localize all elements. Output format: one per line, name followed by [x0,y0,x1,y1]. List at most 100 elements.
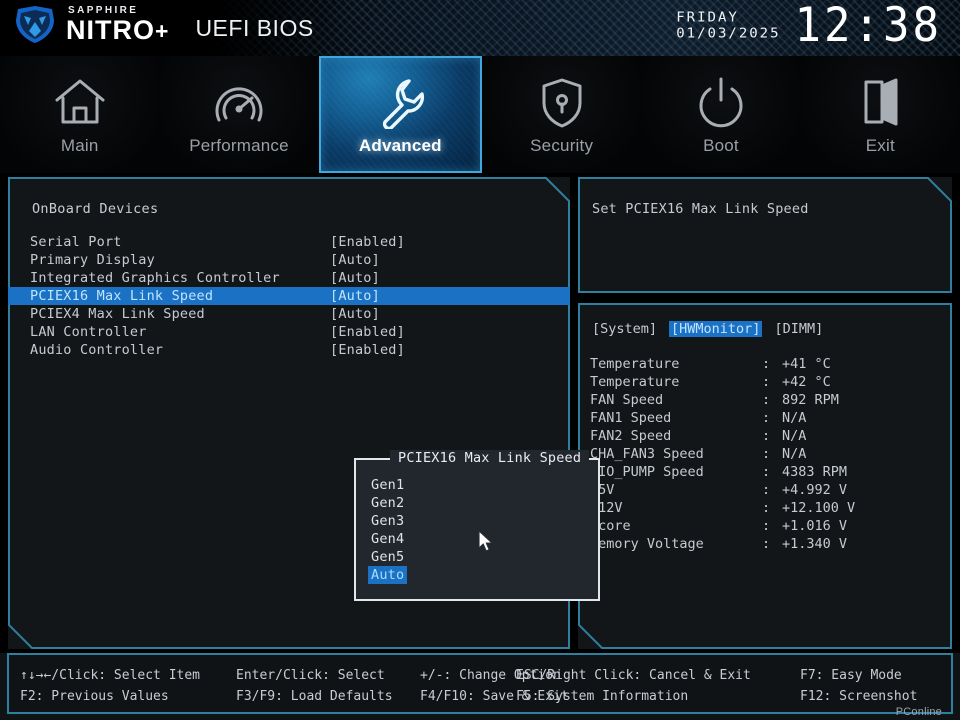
shield-lock-icon [534,73,590,131]
hwmonitor-row: FAN Speed:892 RPM [590,391,942,409]
brand-text: SAPPHIRE NITRO+ [66,6,169,44]
settings-row-name: Serial Port [30,234,122,250]
hwmonitor-row: Temperature: +42 °C [590,373,942,391]
hwmonitor-row-value: +42 °C [782,373,831,391]
hwmonitor-row-value: +1.340 V [782,535,847,553]
hwmonitor-row-label: FAN1 Speed [590,409,671,427]
hwmonitor-row-value: N/A [782,427,806,445]
brand-plus-label: + [155,18,169,44]
hwmonitor-row-label: Temperature [590,373,679,391]
hwmonitor-row-label: AIO_PUMP Speed [590,463,704,481]
settings-row-value[interactable]: [Enabled] [330,341,405,359]
settings-row[interactable]: Integrated Graphics Controller [Auto] [8,269,570,287]
hint-system-information: F5: System Information [516,686,688,707]
dropdown-option[interactable]: Auto [368,566,407,584]
tab-performance-label: Performance [189,136,289,156]
settings-row[interactable]: PCIEX4 Max Link Speed [Auto] [8,305,570,323]
settings-row-value[interactable]: [Enabled] [330,323,405,341]
hwmonitor-row-value: +4.992 V [782,481,847,499]
hint-enter-select: Enter/Click: Select [236,665,385,686]
hwmonitor-row-label: FAN Speed [590,391,663,409]
dropdown-title: PCIEX16 Max Link Speed [390,450,589,466]
hwmonitor-row: Memory Voltage: +1.340 V [590,535,942,553]
hint-screenshot: F12: Screenshot [800,686,917,707]
hwmonitor-row-value: +41 °C [782,355,831,373]
hwmonitor-row: FAN2 Speed:N/A [590,427,942,445]
hwmonitor-row-separator: : [762,391,770,409]
main-nav: Main Performance Advanced [0,56,960,173]
tab-boot-label: Boot [703,136,739,156]
settings-row-name: LAN Controller [30,324,147,340]
hwmonitor-row: +5V:+4.992 V [590,481,942,499]
settings-row-value[interactable]: [Auto] [330,305,380,323]
gauge-icon [211,73,267,131]
footer-help-bar: ↑↓→←/Click: Select Item Enter/Click: Sel… [0,653,960,720]
hwmonitor-row-label: CHA_FAN3 Speed [590,445,704,463]
tab-advanced[interactable]: Advanced [319,56,482,173]
hwmonitor-row: CHA_FAN3 Speed: N/A [590,445,942,463]
clock-label: 12:38 [795,2,942,50]
hwmonitor-row-label: Memory Voltage [590,535,704,553]
settings-row-name: Primary Display [30,252,155,268]
hint-previous-values: F2: Previous Values [20,686,169,707]
content-area: OnBoard Devices Serial Port[Enabled]Prim… [0,173,960,653]
settings-row-name: Integrated Graphics Controller [30,270,280,286]
hwmonitor-tab[interactable]: [HWMonitor] [669,321,762,337]
hwmonitor-tab[interactable]: [System] [590,321,659,337]
settings-row-value[interactable]: [Auto] [330,269,380,287]
door-exit-icon [852,73,908,131]
dropdown-option-row: Auto [368,564,407,582]
pconline-watermark: PConline [896,706,942,718]
tab-performance[interactable]: Performance [159,56,318,173]
hwmonitor-row-separator: : [762,481,770,499]
settings-section-title: OnBoard Devices [32,201,158,217]
home-icon [52,73,108,131]
mouse-cursor [478,530,494,557]
hwmonitor-row-separator: : [762,355,770,373]
hwmonitor-row-separator: : [762,535,770,553]
settings-row[interactable]: PCIEX16 Max Link Speed[Auto] [8,287,570,305]
hwmonitor-row-separator: : [762,427,770,445]
dropdown-option-row: Gen5 [368,546,407,564]
hwmonitor-row-value: N/A [782,445,806,463]
tab-boot[interactable]: Boot [641,56,800,173]
hwmonitor-row-value: +12.100 V [782,499,855,517]
tab-exit[interactable]: Exit [801,56,960,173]
hwmonitor-row-separator: : [762,499,770,517]
hint-load-defaults: F3/F9: Load Defaults [236,686,393,707]
hwmonitor-tab[interactable]: [DIMM] [772,321,825,337]
settings-row-value[interactable]: [Enabled] [330,233,405,251]
hwmonitor-row-separator: : [762,517,770,535]
hwmonitor-row: Temperature:+41 °C [590,355,942,373]
hwmonitor-row: FAN1 Speed: N/A [590,409,942,427]
pciex16-speed-dropdown[interactable]: PCIEX16 Max Link Speed Gen1Gen2Gen3Gen4G… [354,458,600,601]
settings-row-value[interactable]: [Auto] [330,287,380,305]
settings-row-value[interactable]: [Auto] [330,251,380,269]
weekday-label: FRIDAY [676,11,780,26]
tab-main-label: Main [61,136,99,156]
hwmonitor-row-separator: : [762,445,770,463]
datetime-block: FRIDAY 01/03/2025 12:38 [676,4,942,48]
wrench-icon [371,73,429,131]
hwmonitor-row-list: Temperature: +41 °CTemperature: +42 °CFAN … [590,355,942,553]
settings-row[interactable]: Serial Port [Enabled] [8,233,570,251]
dropdown-option-row: Gen3 [368,510,407,528]
tab-security[interactable]: Security [482,56,641,173]
settings-row-name: Audio Controller [30,342,163,358]
tab-security-label: Security [530,136,593,156]
brand-block: SAPPHIRE NITRO+ UEFI BIOS [14,6,314,44]
tab-advanced-label: Advanced [359,136,442,156]
settings-row-list: Serial Port [Enabled] Primary Display [Auto… [8,233,570,359]
power-icon [693,73,749,131]
dropdown-option-row: Gen1 [368,474,407,492]
hwmonitor-row: +12V:+12.100 V [590,499,942,517]
settings-row[interactable]: LAN Controller [Enabled] [8,323,570,341]
settings-row-name: PCIEX4 Max Link Speed [30,306,205,322]
settings-row[interactable]: Primary Display [Auto] [8,251,570,269]
hwmonitor-row-separator: : [762,373,770,391]
tab-main[interactable]: Main [0,56,159,173]
hwmonitor-row-value: N/A [782,409,806,427]
hwmonitor-row-separator: : [762,409,770,427]
dropdown-option-list: Gen1Gen2Gen3Gen4Gen5Auto [368,474,407,582]
settings-row[interactable]: Audio Controller [Enabled] [8,341,570,359]
